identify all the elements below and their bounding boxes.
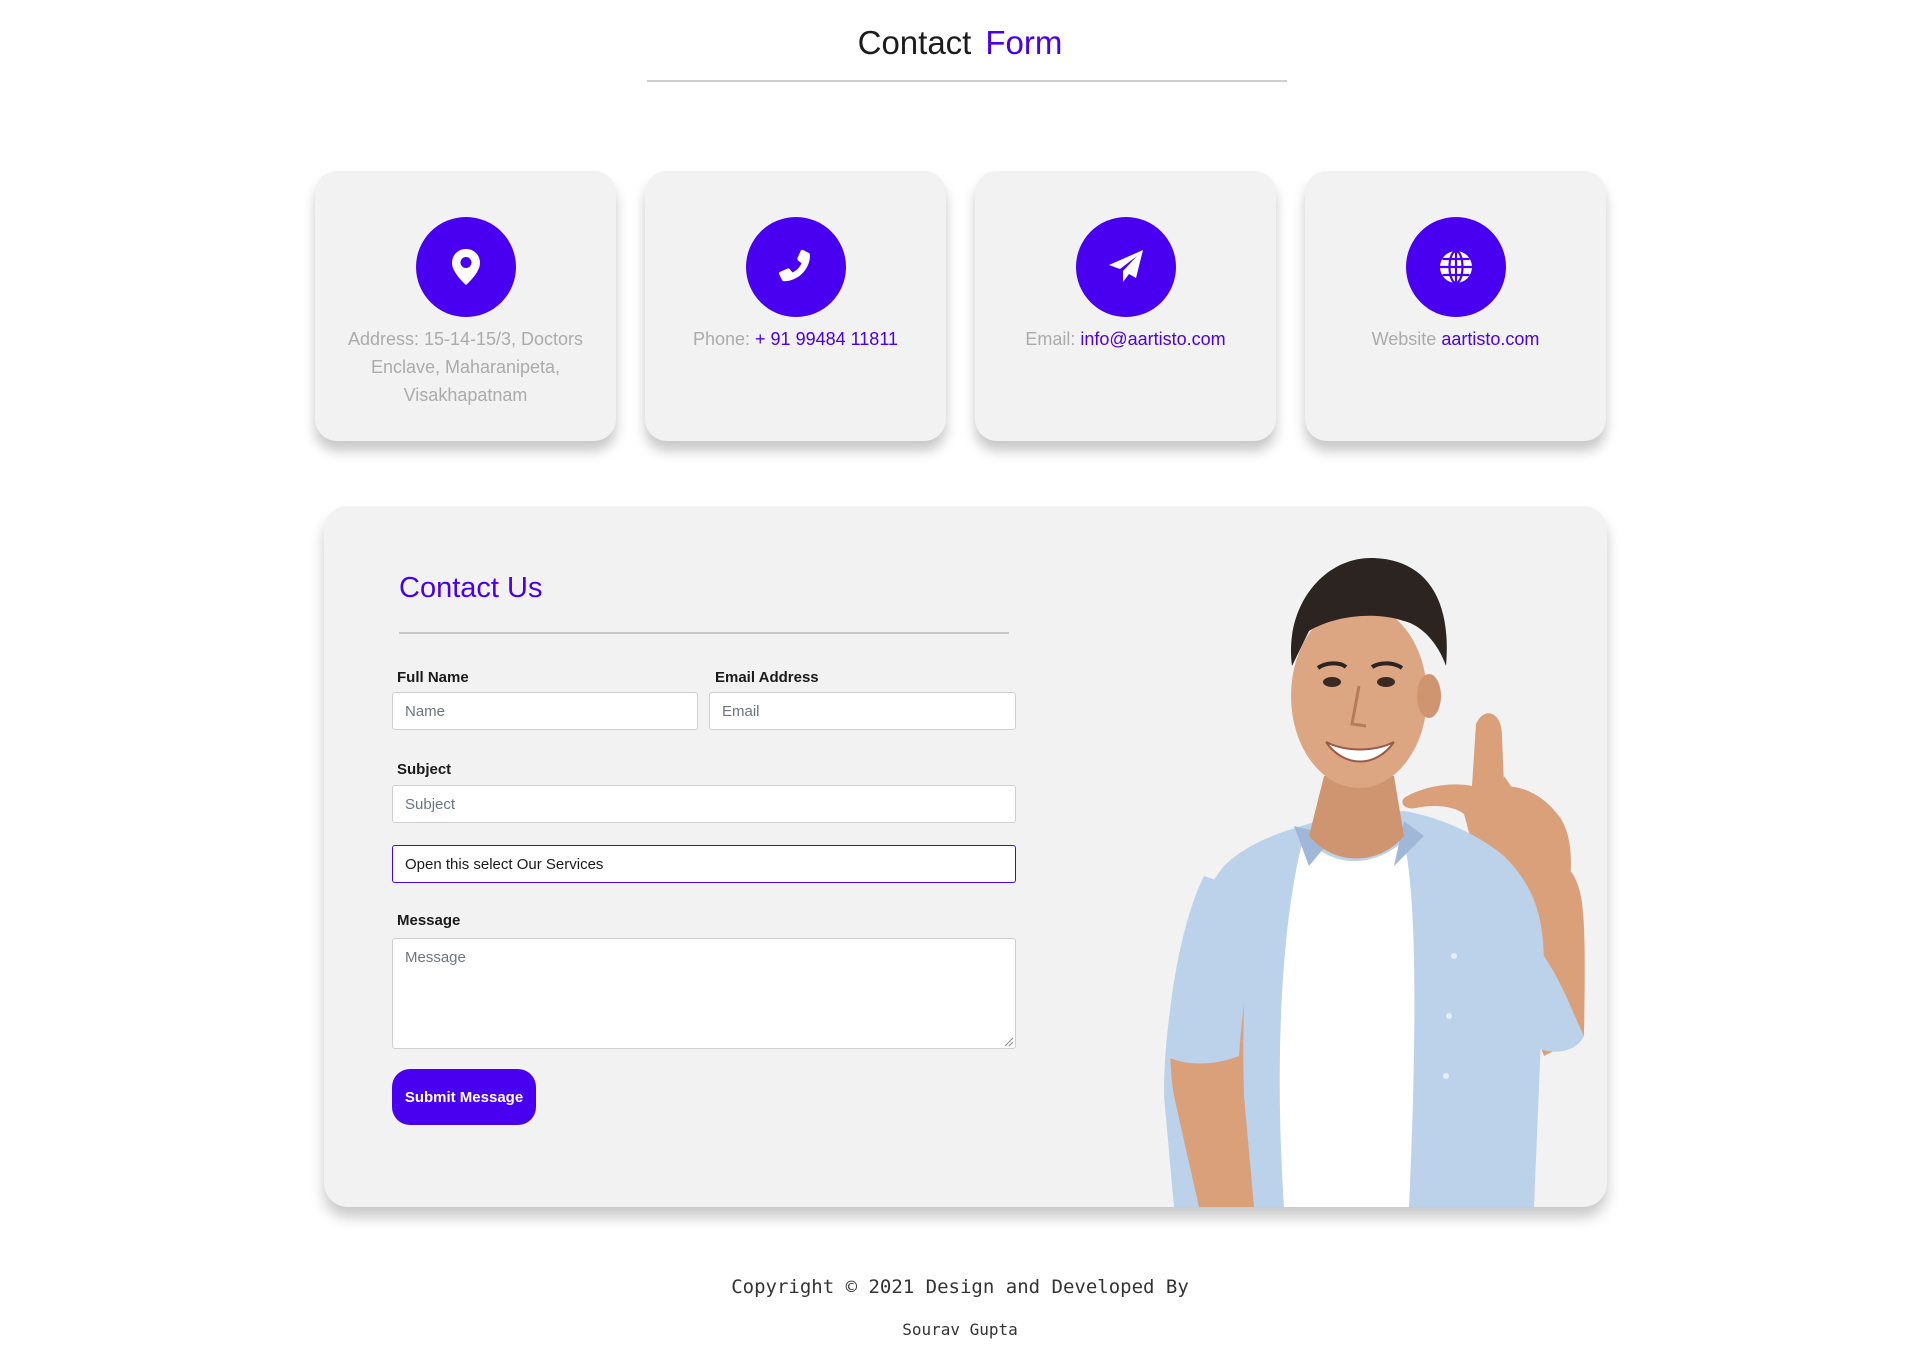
website-text: Website aartisto.com <box>1329 325 1582 353</box>
email-text: Email: info@aartisto.com <box>999 325 1252 353</box>
services-select-value: Open this select Our Services <box>405 855 604 873</box>
form-heading: Contact Us <box>399 572 543 604</box>
page-header: Contact Form <box>0 0 1920 100</box>
full-name-input[interactable] <box>392 692 698 730</box>
email-input[interactable] <box>709 692 1016 730</box>
page-title-main: Contact <box>857 24 972 61</box>
website-link[interactable]: aartisto.com <box>1441 329 1539 349</box>
person-calling-illustration <box>1164 557 1585 1207</box>
location-pin-icon <box>415 217 516 317</box>
message-textarea[interactable] <box>392 938 1016 1049</box>
page-title-accent: Form <box>985 24 1063 61</box>
website-label: Website <box>1371 329 1442 349</box>
email-link[interactable]: info@aartisto.com <box>1080 329 1225 349</box>
resize-handle-icon[interactable] <box>1004 1037 1014 1047</box>
email-label: Email Address <box>715 669 819 686</box>
page-title: Contact Form <box>0 24 1920 62</box>
phone-link[interactable]: + 91 99484 11811 <box>755 329 898 349</box>
address-card: Address: 15-14-15/3, Doctors Enclave, Ma… <box>315 171 616 441</box>
paper-plane-icon <box>1075 217 1176 317</box>
submit-message-button[interactable]: Submit Message <box>392 1069 536 1125</box>
subject-label: Subject <box>397 761 452 778</box>
subject-input[interactable] <box>392 785 1016 823</box>
message-label: Message <box>397 912 461 929</box>
title-divider <box>647 80 1287 82</box>
website-card: Website aartisto.com <box>1305 171 1606 441</box>
copyright-text: Copyright © 2021 Design and Developed By <box>731 1276 1189 1298</box>
full-name-label: Full Name <box>397 669 469 686</box>
services-select[interactable]: Open this select Our Services <box>392 845 1016 883</box>
email-label: Email: <box>1025 329 1081 349</box>
phone-icon <box>745 217 846 317</box>
contact-form-panel: Contact Us Full Name Email Address Subje… <box>324 506 1607 1207</box>
phone-card: Phone: + 91 99484 11811 <box>645 171 946 441</box>
email-card: Email: info@aartisto.com <box>975 171 1276 441</box>
globe-icon <box>1405 217 1506 317</box>
phone-label: Phone: <box>692 329 756 349</box>
address-text: Address: 15-14-15/3, Doctors Enclave, Ma… <box>347 329 584 405</box>
author-name: Sourav Gupta <box>902 1320 1018 1339</box>
form-divider <box>399 632 1009 634</box>
phone-text: Phone: + 91 99484 11811 <box>669 325 922 353</box>
